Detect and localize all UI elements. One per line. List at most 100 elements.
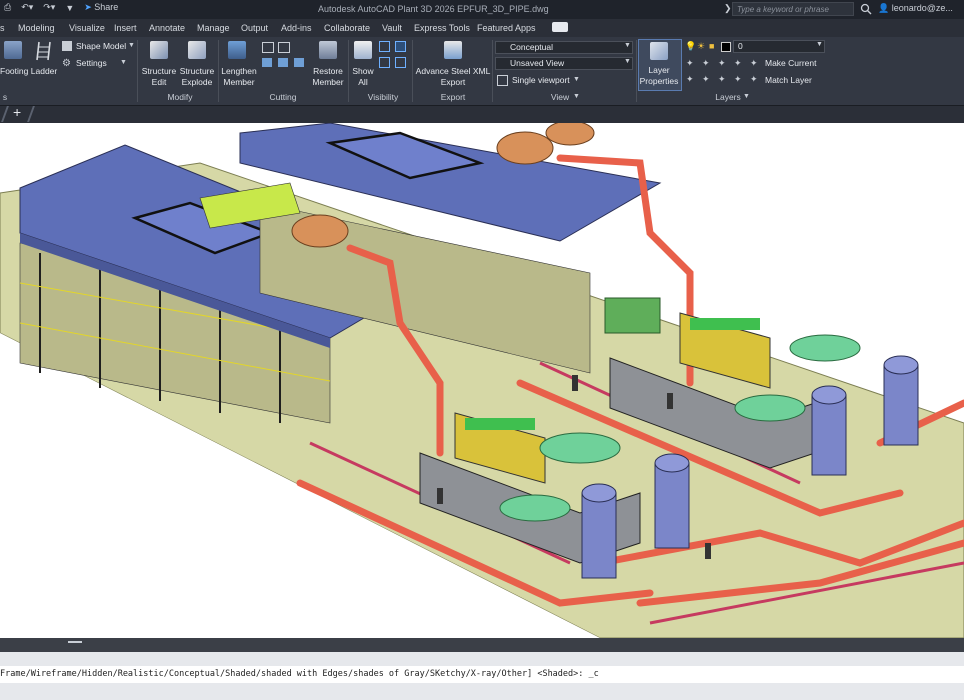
layer-tool-icon[interactable]: ✦ <box>686 58 694 69</box>
layer-properties-icon[interactable] <box>650 42 668 60</box>
chevron-down-icon[interactable]: ▼ <box>573 76 580 83</box>
tab-manage[interactable]: Manage <box>197 23 230 33</box>
tab-express-tools[interactable]: Express Tools <box>414 23 470 33</box>
layer-tool-icon[interactable]: ✦ <box>686 74 694 85</box>
shorten-icon[interactable] <box>278 58 288 67</box>
panel-label-modify: Modify <box>167 92 193 102</box>
layer-color-swatch[interactable] <box>721 42 731 52</box>
viewport-config-button[interactable]: Single viewport <box>512 75 570 86</box>
panel-divider <box>218 40 219 102</box>
visual-style-dropdown[interactable]: Conceptual <box>495 41 633 54</box>
show-icon[interactable] <box>379 57 390 68</box>
cope-icon[interactable] <box>278 42 290 53</box>
drawing-viewport[interactable] <box>0 123 964 638</box>
lengthen-member-icon[interactable] <box>228 41 246 59</box>
footing-icon[interactable] <box>4 41 22 59</box>
window-title: Autodesk AutoCAD Plant 3D 2026 EPFUR_3D_… <box>318 4 549 14</box>
title-bar: ⎙ ↶▾ ↷▾ ▼ ➤ Share Autodesk AutoCAD Plant… <box>0 0 964 19</box>
tab-edge <box>27 106 35 122</box>
customize-qa-icon[interactable]: ▼ <box>65 3 74 13</box>
ribbon-minimize-toggle[interactable] <box>552 22 568 32</box>
make-current-button[interactable]: Make Current <box>765 58 817 69</box>
trim-icon[interactable] <box>294 58 304 67</box>
viewport-icon <box>497 75 508 86</box>
panel-label-visibility: Visibility <box>367 92 399 102</box>
lengthen-member-button[interactable]: Lengthen Member <box>220 66 258 88</box>
chevron-down-icon[interactable]: ▼ <box>624 58 631 65</box>
structure-edit-button[interactable]: Structure Edit <box>141 66 177 88</box>
advance-steel-icon[interactable] <box>444 41 462 59</box>
tab-visualize[interactable]: Visualize <box>69 23 105 33</box>
panel-label-export: Export <box>440 92 466 102</box>
isolate-icon[interactable] <box>379 41 390 52</box>
lock-icon[interactable]: ■ <box>709 41 714 51</box>
viewport-scroll-strip[interactable] <box>0 638 964 652</box>
tab-add-ins[interactable]: Add-ins <box>281 23 312 33</box>
undo-icon[interactable]: ↶▾ <box>21 2 33 13</box>
tab-insert[interactable]: Insert <box>114 23 137 33</box>
layer-tool-icon[interactable]: ✦ <box>702 58 710 69</box>
chevron-down-icon[interactable]: ▼ <box>120 59 127 66</box>
structure-edit-icon[interactable] <box>150 41 168 59</box>
footing-button-label[interactable]: Footing <box>0 66 28 77</box>
chevron-down-icon[interactable]: ▼ <box>743 93 750 100</box>
gear-icon[interactable]: ⚙ <box>62 58 71 69</box>
miter-icon[interactable] <box>262 58 272 67</box>
panel-label-layers[interactable]: Layers <box>708 92 748 102</box>
show-all-button[interactable]: Show All <box>350 66 376 88</box>
ladder-icon[interactable] <box>35 41 53 61</box>
user-account[interactable]: 👤 leonardo@ze... <box>878 3 953 14</box>
plant-3d-model[interactable] <box>0 123 964 638</box>
layer-tool-icon[interactable]: ✦ <box>702 74 710 85</box>
sun-icon[interactable]: ☀ <box>697 41 705 52</box>
new-tab-button[interactable]: + <box>13 104 21 120</box>
tab-output[interactable]: Output <box>241 23 268 33</box>
match-layer-icon[interactable]: ✦ <box>750 74 758 85</box>
structure-explode-icon[interactable] <box>188 41 206 59</box>
search-expand-icon[interactable]: ❯ <box>724 3 732 14</box>
saved-view-dropdown[interactable]: Unsaved View <box>495 57 633 70</box>
tab-vault[interactable]: Vault <box>382 23 402 33</box>
splitter-handle[interactable] <box>68 641 82 643</box>
make-current-icon[interactable]: ✦ <box>750 58 758 69</box>
tab-partial[interactable]: s <box>0 23 5 33</box>
shape-model-button[interactable]: Shape Model <box>76 41 126 52</box>
lightbulb-icon[interactable]: 💡 <box>685 41 696 52</box>
ladder-button-label[interactable]: Ladder <box>28 66 60 77</box>
cut-icon[interactable] <box>262 42 274 53</box>
search-icon[interactable] <box>860 3 872 15</box>
print-icon[interactable]: ⎙ <box>4 2 11 13</box>
show-all-icon[interactable] <box>354 41 372 59</box>
chevron-down-icon[interactable]: ▼ <box>816 41 823 48</box>
tab-featured-apps[interactable]: Featured Apps <box>477 23 536 33</box>
settings-button[interactable]: Settings <box>76 58 107 69</box>
redo-icon[interactable]: ↷▾ <box>43 2 55 13</box>
layer-tool-icon[interactable]: ✦ <box>718 74 726 85</box>
chevron-down-icon[interactable]: ▼ <box>128 42 135 49</box>
restore-member-button[interactable]: Restore Member <box>310 66 346 88</box>
toggle-icon[interactable] <box>395 57 406 68</box>
chevron-down-icon[interactable]: ▼ <box>624 42 631 49</box>
tab-annotate[interactable]: Annotate <box>149 23 185 33</box>
advance-steel-export-button[interactable]: Advance Steel XML Export <box>414 66 492 88</box>
restore-member-icon[interactable] <box>319 41 337 59</box>
panel-divider <box>348 40 349 102</box>
layer-tool-icon[interactable]: ✦ <box>718 58 726 69</box>
tab-modeling[interactable]: Modeling <box>18 23 55 33</box>
layer-properties-button[interactable]: Layer Properties <box>638 65 680 87</box>
panel-label-cutting: Cutting <box>269 92 297 102</box>
chevron-down-icon[interactable]: ▼ <box>573 93 580 100</box>
layer-tool-icon[interactable]: ✦ <box>734 74 742 85</box>
panel-divider <box>636 40 637 102</box>
layer-dropdown[interactable]: 0 <box>733 40 825 53</box>
layer-tool-icon[interactable]: ✦ <box>734 58 742 69</box>
search-input[interactable]: Type a keyword or phrase <box>732 2 854 16</box>
share-button[interactable]: ➤ Share <box>84 2 118 13</box>
shape-model-icon[interactable] <box>62 41 72 51</box>
command-line[interactable]: Frame/Wireframe/Hidden/Realistic/Concept… <box>0 666 964 683</box>
match-layer-button[interactable]: Match Layer <box>765 75 812 86</box>
hide-icon[interactable] <box>395 41 406 52</box>
structure-explode-button[interactable]: Structure Explode <box>178 66 216 88</box>
document-tabs: + <box>0 104 964 123</box>
tab-collaborate[interactable]: Collaborate <box>324 23 370 33</box>
